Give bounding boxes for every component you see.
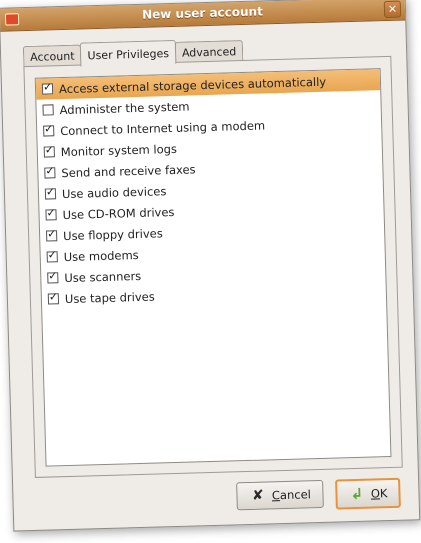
check-mark-icon: ✓ bbox=[48, 269, 58, 283]
check-mark-icon: ✓ bbox=[48, 290, 59, 304]
privilege-label: Send and receive faxes bbox=[61, 161, 196, 180]
cancel-x-icon: ✘ bbox=[251, 487, 264, 504]
privilege-label: Use tape drives bbox=[64, 289, 155, 306]
ok-arrow-icon: ↲ bbox=[350, 484, 364, 504]
check-mark-icon: ✓ bbox=[46, 227, 57, 241]
window-title: New user account bbox=[141, 4, 264, 22]
cancel-button[interactable]: ✘ Cancel bbox=[236, 479, 325, 511]
tab-user-privileges[interactable]: User Privileges bbox=[80, 39, 177, 67]
checkbox-checked[interactable]: ✓ bbox=[44, 164, 56, 179]
privilege-label: Use scanners bbox=[64, 268, 142, 285]
checkbox-checked[interactable]: ✓ bbox=[47, 269, 59, 284]
dialog-buttons: ✘ Cancel ↲ OK bbox=[236, 477, 401, 513]
checkbox-checked[interactable]: ✓ bbox=[43, 122, 55, 137]
cancel-label: Cancel bbox=[271, 487, 312, 503]
ok-label: OK bbox=[370, 486, 388, 501]
tab-panel: ✓ Access external storage devices automat… bbox=[23, 55, 403, 478]
check-mark-icon: ✓ bbox=[45, 164, 55, 178]
privilege-label: Use modems bbox=[63, 247, 139, 264]
privilege-label: Connect to Internet using a modem bbox=[60, 117, 266, 138]
privilege-label: Administer the system bbox=[59, 98, 190, 117]
checkbox-checked[interactable]: ✓ bbox=[44, 185, 57, 200]
privileges-list: ✓ Access external storage devices automat… bbox=[34, 68, 392, 467]
check-mark-icon: ✓ bbox=[46, 206, 56, 220]
checkbox-checked[interactable]: ✓ bbox=[43, 143, 55, 158]
check-mark-icon: ✓ bbox=[43, 122, 54, 136]
privilege-label: Use floppy drives bbox=[62, 225, 163, 243]
check-mark-icon: ✓ bbox=[44, 143, 55, 157]
checkbox-checked[interactable]: ✓ bbox=[47, 290, 60, 305]
checkbox-checked[interactable]: ✓ bbox=[45, 206, 57, 221]
checkbox-unchecked[interactable] bbox=[42, 104, 54, 116]
privilege-label: Use CD-ROM drives bbox=[62, 204, 175, 222]
checkbox-checked[interactable]: ✓ bbox=[41, 80, 54, 95]
check-mark-icon: ✓ bbox=[45, 185, 56, 199]
new-user-account-dialog: New user account ✕ Account User Privileg… bbox=[0, 0, 421, 532]
check-mark-icon: ✓ bbox=[47, 248, 58, 262]
title-bar[interactable]: New user account ✕ bbox=[0, 0, 406, 32]
checkbox-checked[interactable]: ✓ bbox=[46, 248, 58, 263]
close-button[interactable]: ✕ bbox=[383, 0, 402, 19]
check-mark-icon: ✓ bbox=[42, 80, 53, 94]
checkbox-checked[interactable]: ✓ bbox=[46, 227, 58, 242]
privilege-label: Monitor system logs bbox=[60, 141, 178, 159]
ok-button[interactable]: ↲ OK bbox=[335, 477, 401, 510]
privilege-label: Use audio devices bbox=[61, 183, 167, 201]
